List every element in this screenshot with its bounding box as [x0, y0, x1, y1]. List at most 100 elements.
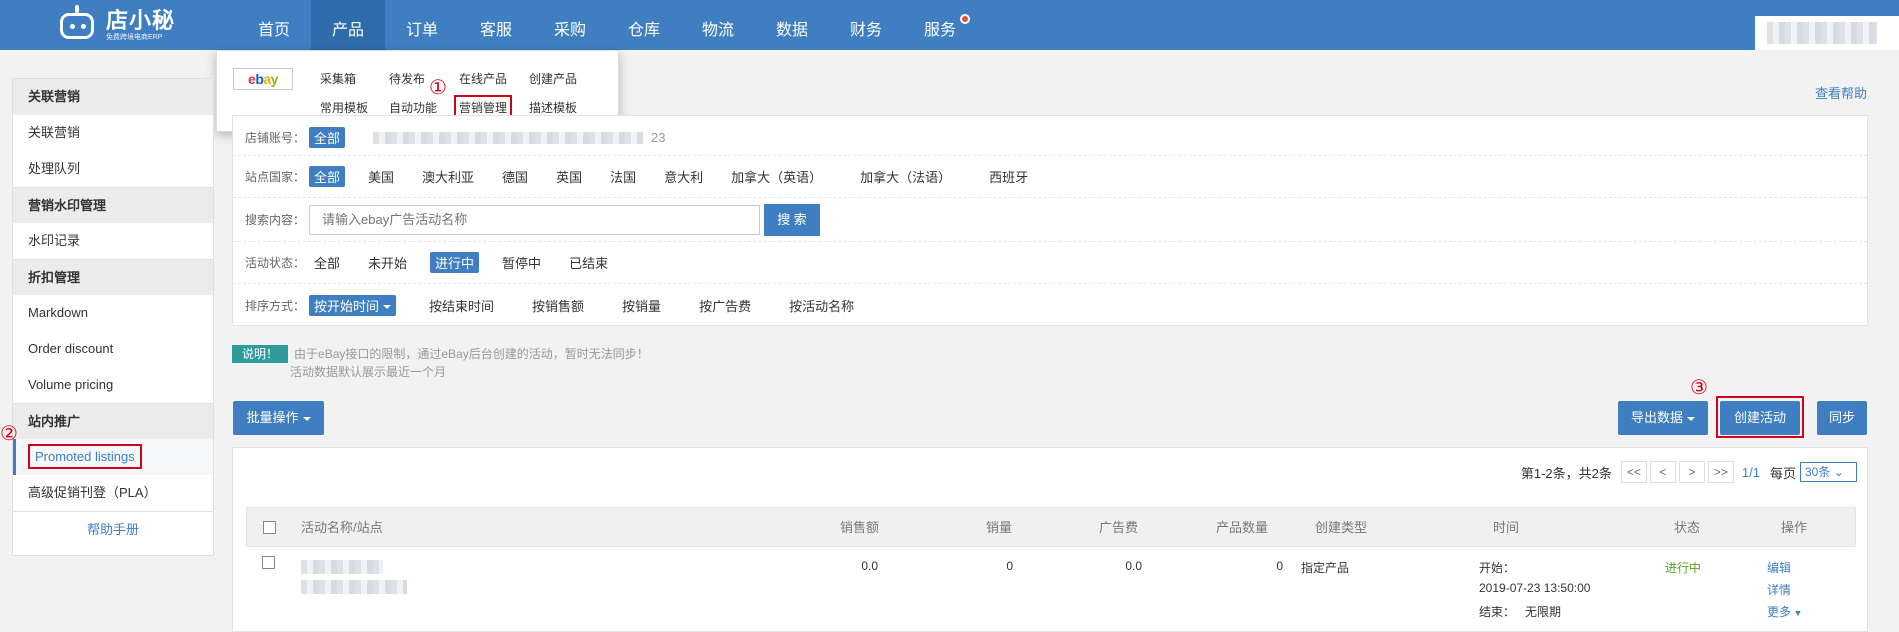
row-sales: 0.0	[861, 559, 878, 573]
row-products: 0	[1276, 559, 1283, 573]
sidebar-item-order-discount[interactable]: Order discount	[13, 331, 213, 367]
first-page-button[interactable]: <<	[1620, 461, 1647, 483]
notice-tag: 说明！	[232, 345, 289, 363]
row-end-label: 结束：	[1479, 605, 1516, 619]
step-2-marker: ②	[0, 423, 18, 445]
sort-label: 排序方式：	[245, 298, 306, 313]
sidebar-item-watermark-records[interactable]: 水印记录	[13, 223, 213, 259]
sidebar-group-onsite-promotion: 站内推广	[13, 403, 213, 439]
site-fr[interactable]: 法国	[605, 166, 641, 187]
site-au[interactable]: 澳大利亚	[417, 166, 479, 187]
site-es[interactable]: 西班牙	[984, 166, 1033, 187]
menu-pending-publish[interactable]: 待发布	[389, 70, 425, 87]
chevron-down-icon: ▼	[1791, 608, 1803, 618]
per-page-label: 每页	[1769, 465, 1796, 481]
step-3-marker: ③	[1690, 377, 1708, 399]
menu-create-product[interactable]: 创建产品	[529, 70, 577, 87]
row-start-label: 开始：	[1479, 561, 1516, 575]
status-ended[interactable]: 已结束	[564, 252, 613, 273]
menu-description-templates[interactable]: 描述模板	[529, 99, 577, 116]
site-filter-row: 站点国家： 全部 美国 澳大利亚 德国 英国 法国 意大利 加拿大（英语） 加拿…	[233, 156, 1867, 198]
row-type: 指定产品	[1301, 561, 1350, 575]
user-account-box[interactable]	[1755, 16, 1899, 50]
sidebar-item-volume-pricing[interactable]: Volume pricing	[13, 367, 213, 403]
sort-by-sales[interactable]: 按销售额	[527, 295, 589, 316]
campaign-table-panel: 第1-2条，共2条 << < > >> 1/1 每页 30条 ⌄ 活动名称/站点…	[232, 447, 1868, 632]
campaign-search-input[interactable]	[309, 204, 760, 235]
view-help-link[interactable]: 查看帮助	[1815, 83, 1867, 102]
next-page-button[interactable]: >	[1678, 461, 1705, 483]
step-1-marker: ①	[429, 77, 447, 99]
col-type: 创建类型	[1315, 520, 1368, 535]
create-campaign-button[interactable]: 创建活动	[1720, 401, 1800, 435]
site-us[interactable]: 美国	[363, 166, 399, 187]
left-sidebar: 关联营销 关联营销 处理队列 营销水印管理 水印记录 折扣管理 Markdown…	[12, 78, 214, 556]
last-page-button[interactable]: >>	[1707, 461, 1734, 483]
filter-panel: 店铺账号： 全部 23 站点国家： 全部 美国 澳大利亚 德国 英国 法国 意大…	[232, 115, 1868, 326]
menu-common-templates[interactable]: 常用模板	[320, 99, 368, 116]
nav-purchase[interactable]: 采购	[533, 0, 607, 50]
ebay-logo[interactable]: ebay	[233, 68, 293, 90]
menu-auto-functions[interactable]: 自动功能	[389, 99, 437, 116]
row-checkbox[interactable]	[262, 556, 275, 569]
status-paused[interactable]: 暂停中	[497, 252, 546, 273]
nav-logistics[interactable]: 物流	[681, 0, 755, 50]
nav-data[interactable]: 数据	[755, 0, 829, 50]
notice-line-2: 活动数据默认展示最近一个月	[290, 365, 447, 379]
sidebar-group-watermark: 营销水印管理	[13, 187, 213, 223]
nav-customer-service[interactable]: 客服	[459, 0, 533, 50]
sync-notice: 说明！ 由于eBay接口的限制，通过eBay后台创建的活动，暂时无法同步！ 活动数…	[232, 345, 649, 381]
sidebar-item-promoted-listings[interactable]: Promoted listings	[13, 439, 213, 475]
search-button[interactable]: 搜 索	[764, 203, 820, 236]
campaign-name-obscured	[301, 560, 383, 574]
nav-warehouse[interactable]: 仓库	[607, 0, 681, 50]
status-not-started[interactable]: 未开始	[363, 252, 412, 273]
sidebar-item-related-marketing[interactable]: 关联营销	[13, 115, 213, 151]
logo-name: 店小秘	[106, 7, 176, 33]
status-filter-row: 活动状态： 全部 未开始 进行中 暂停中 已结束	[233, 242, 1867, 284]
sort-by-start-time[interactable]: 按开始时间	[309, 294, 397, 316]
col-status: 状态	[1674, 520, 1701, 535]
batch-operations-button[interactable]: 批量操作	[233, 401, 324, 435]
site-de[interactable]: 德国	[497, 166, 533, 187]
site-all[interactable]: 全部	[309, 166, 346, 187]
sort-by-end-time[interactable]: 按结束时间	[424, 295, 499, 316]
nav-home[interactable]: 首页	[237, 0, 311, 50]
site-ca-fr[interactable]: 加拿大（法语）	[855, 166, 956, 187]
status-all[interactable]: 全部	[309, 252, 345, 273]
pagination-summary: 第1-2条，共2条	[1520, 465, 1612, 481]
row-detail-link[interactable]: 详情	[1767, 581, 1791, 598]
site-it[interactable]: 意大利	[659, 166, 708, 187]
logo[interactable]: 店小秘 免费跨境电商ERP	[54, 5, 175, 45]
search-label: 搜索内容：	[245, 213, 306, 227]
sort-by-ad-fee[interactable]: 按广告费	[694, 295, 756, 316]
row-more-link[interactable]: 更多 ▼	[1767, 603, 1802, 620]
prev-page-button[interactable]: <	[1649, 461, 1676, 483]
site-ca-en[interactable]: 加拿大（英语）	[726, 166, 827, 187]
sync-button[interactable]: 同步	[1817, 401, 1867, 435]
per-page-select[interactable]: 30条 ⌄	[1800, 462, 1857, 482]
sort-by-campaign-name[interactable]: 按活动名称	[784, 295, 859, 316]
col-time: 时间	[1493, 520, 1520, 535]
nav-finance[interactable]: 财务	[829, 0, 903, 50]
account-filter-row: 店铺账号： 全部 23	[233, 116, 1867, 156]
sidebar-item-pla[interactable]: 高级促销刊登（PLA）	[13, 475, 213, 511]
help-manual-link[interactable]: 帮助手册	[13, 511, 213, 547]
nav-services[interactable]: 服务	[903, 0, 977, 50]
row-start-time: 2019-07-23 13:50:00	[1479, 581, 1591, 595]
export-data-button[interactable]: 导出数据	[1618, 401, 1708, 435]
status-ongoing[interactable]: 进行中	[430, 252, 480, 273]
row-edit-link[interactable]: 编辑	[1767, 559, 1791, 576]
table-header: 活动名称/站点 销售额 销量 广告费 产品数量 创建类型 时间 状态 操作	[246, 507, 1856, 547]
menu-online-products[interactable]: 在线产品	[459, 70, 507, 87]
nav-products[interactable]: 产品	[311, 0, 385, 50]
sidebar-item-process-queue[interactable]: 处理队列	[13, 151, 213, 187]
menu-collection-box[interactable]: 采集箱	[320, 70, 356, 87]
sidebar-item-markdown[interactable]: Markdown	[13, 295, 213, 331]
sort-filter-row: 排序方式： 按开始时间 按结束时间 按销售额 按销量 按广告费 按活动名称	[233, 284, 1867, 326]
sort-by-quantity[interactable]: 按销量	[617, 295, 666, 316]
select-all-checkbox[interactable]	[263, 521, 276, 534]
account-all-option[interactable]: 全部	[309, 127, 346, 148]
site-uk[interactable]: 英国	[551, 166, 587, 187]
nav-orders[interactable]: 订单	[385, 0, 459, 50]
